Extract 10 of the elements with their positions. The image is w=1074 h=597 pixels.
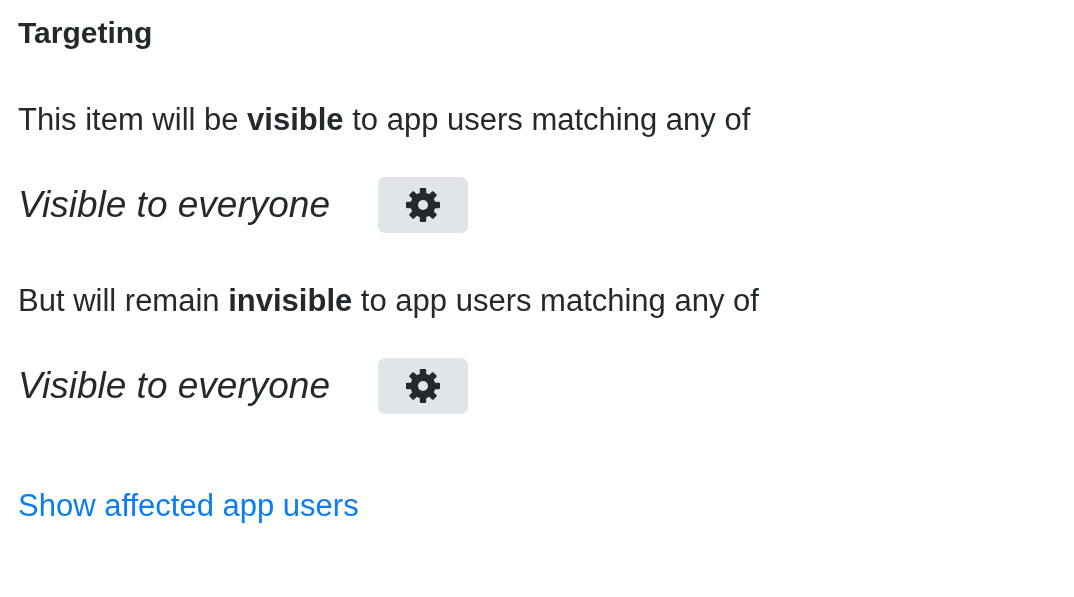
show-users-link[interactable]: Show affected app users — [18, 486, 359, 526]
settings-icon — [405, 369, 440, 403]
section-heading: Targeting — [18, 15, 153, 51]
description-text: This item will be visible to app users matching any of — [18, 101, 751, 139]
rule-text: Visible to everyone — [18, 364, 330, 408]
settings-icon — [405, 188, 440, 222]
rule-text: Visible to everyone — [18, 183, 330, 227]
settings-button[interactable] — [377, 358, 468, 414]
settings-button[interactable] — [377, 177, 468, 233]
description-text: But will remain invisible to app users matching any of — [18, 282, 759, 320]
